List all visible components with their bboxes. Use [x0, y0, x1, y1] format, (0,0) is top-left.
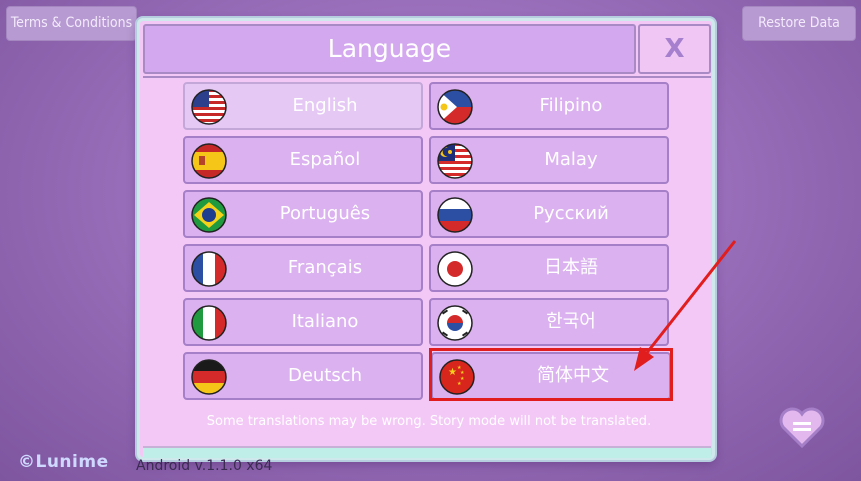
lunime-logo: ©Lunime	[18, 452, 109, 472]
language-label: Español	[289, 149, 361, 170]
language-option-francais[interactable]: Français	[183, 244, 423, 292]
language-label: English	[292, 95, 358, 116]
language-label: Filipino	[539, 95, 603, 116]
language-label: Deutsch	[287, 365, 363, 386]
version-text: Android v.1.1.0 x64	[136, 458, 273, 474]
japan-flag-icon	[437, 251, 473, 287]
language-option-english[interactable]: English	[183, 82, 423, 130]
restore-data-button[interactable]: Restore Data	[742, 6, 856, 41]
language-option-filipino[interactable]: Filipino	[429, 82, 669, 130]
terms-conditions-button[interactable]: Terms & Conditions	[6, 6, 137, 41]
language-option-malay[interactable]: Malay	[429, 136, 669, 184]
germany-flag-icon	[191, 359, 227, 395]
malaysia-flag-icon	[437, 143, 473, 179]
language-option-espanol[interactable]: Español	[183, 136, 423, 184]
france-flag-icon	[191, 251, 227, 287]
dialog-title: Language	[143, 24, 636, 74]
italy-flag-icon	[191, 305, 227, 341]
language-label: Malay	[544, 149, 598, 170]
close-button[interactable]: X	[638, 24, 711, 74]
philippines-flag-icon	[437, 89, 473, 125]
annotation-arrow-icon	[634, 240, 737, 371]
brazil-flag-icon	[191, 197, 227, 233]
korea-flag-icon	[437, 305, 473, 341]
heart-icon[interactable]	[778, 405, 826, 449]
language-label: Français	[287, 257, 363, 278]
russia-flag-icon	[437, 197, 473, 233]
language-option-portugues[interactable]: Português	[183, 190, 423, 238]
spain-flag-icon	[191, 143, 227, 179]
header-divider	[143, 76, 711, 78]
us-flag-icon	[191, 89, 227, 125]
dialog-bottom-bar	[143, 446, 711, 458]
translation-note: Some translations may be wrong. Story mo…	[206, 414, 652, 429]
language-option-italiano[interactable]: Italiano	[183, 298, 423, 346]
language-label: Русский	[533, 203, 609, 224]
language-option-russian[interactable]: Русский	[429, 190, 669, 238]
language-label: Italiano	[291, 311, 359, 332]
language-option-deutsch[interactable]: Deutsch	[183, 352, 423, 400]
language-label: Português	[279, 203, 371, 224]
